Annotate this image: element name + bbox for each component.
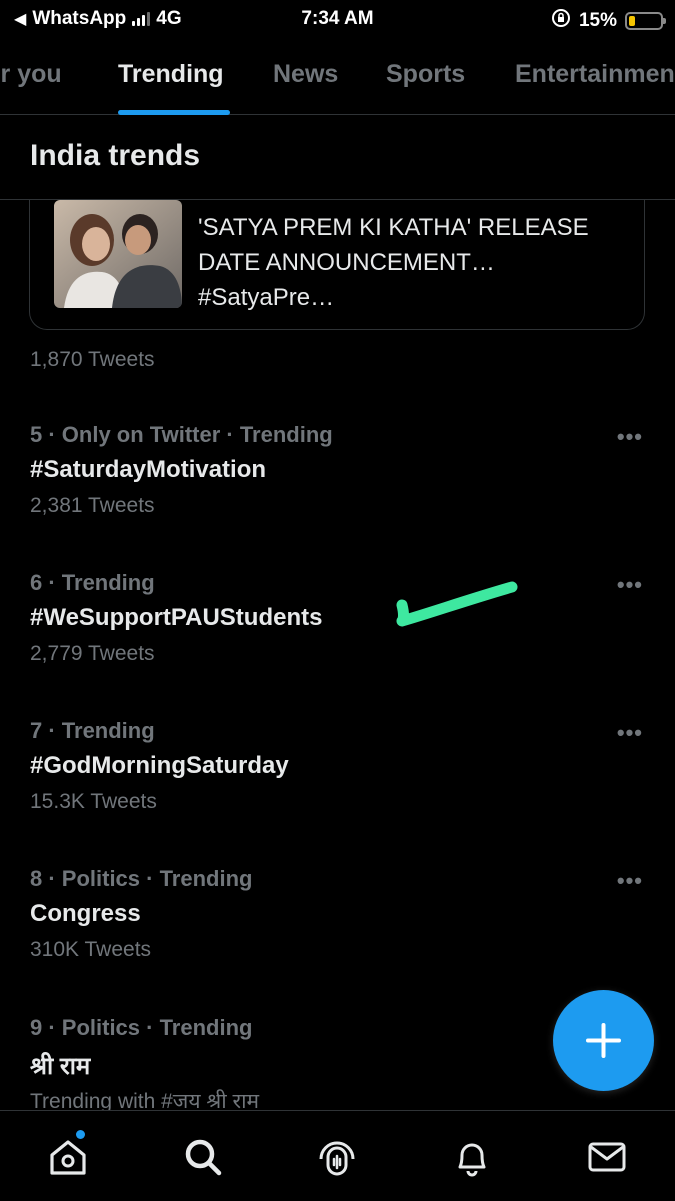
status-bar: ◀ WhatsApp 4G 7:34 AM 15% (0, 0, 675, 40)
trend-count: 2,381 Tweets (30, 494, 155, 517)
trend-item-6[interactable]: 6 · Trending #WeSupportPAUStudents 2,779… (0, 570, 675, 718)
trend-name: श्री राम (30, 1053, 91, 1080)
more-options-icon[interactable]: ••• (617, 572, 643, 598)
section-header: India trends (0, 115, 675, 200)
trend-name: Congress (30, 900, 141, 927)
tab-trending[interactable]: Trending (118, 60, 224, 89)
trend-item-8[interactable]: 8 · Politics · Trending Congress 310K Tw… (0, 866, 675, 1014)
trend-count: 2,779 Tweets (30, 642, 155, 665)
news-headline: 'SATYA PREM KI KATHA' RELEASE DATE ANNOU… (198, 214, 589, 311)
tab-sports[interactable]: Sports (386, 60, 465, 89)
news-tweet-count: 1,870 Tweets (30, 348, 155, 371)
tab-entertainment[interactable]: Entertainment (515, 60, 675, 89)
spaces-icon[interactable] (315, 1135, 359, 1179)
tab-news[interactable]: News (273, 60, 338, 89)
status-right: 15% (551, 8, 666, 34)
trend-item-7[interactable]: 7 · Trending #GodMorningSaturday 15.3K T… (0, 718, 675, 866)
home-notification-dot (76, 1130, 85, 1139)
compose-tweet-button[interactable] (553, 990, 654, 1091)
home-icon[interactable] (46, 1135, 90, 1179)
trend-name: #WeSupportPAUStudents (30, 604, 323, 631)
mail-icon[interactable] (585, 1135, 629, 1179)
battery-percent: 15% (578, 10, 617, 31)
tab-for-you[interactable]: For you (0, 60, 62, 89)
trend-name: #SaturdayMotivation (30, 456, 267, 483)
more-options-icon[interactable]: ••• (617, 720, 643, 746)
news-thumbnail (54, 200, 182, 308)
trend-context: 6 · Trending (30, 570, 155, 595)
plus-icon (586, 1023, 621, 1058)
section-title: India trends (30, 139, 201, 172)
trend-context: 8 · Politics · Trending (30, 866, 253, 891)
battery-icon (625, 12, 666, 30)
trend-context: 9 · Politics · Trending (30, 1015, 253, 1040)
orientation-lock-icon (551, 8, 571, 34)
trend-item-5[interactable]: 5 · Only on Twitter · Trending #Saturday… (0, 422, 675, 570)
more-options-icon[interactable]: ••• (617, 868, 643, 894)
explore-tabs: For you Trending News Sports Entertainme… (0, 40, 675, 115)
bottom-nav (0, 1110, 675, 1201)
more-options-icon[interactable]: ••• (617, 424, 643, 450)
search-icon[interactable] (181, 1135, 225, 1179)
trend-count: 15.3K Tweets (30, 790, 157, 813)
trend-context: 5 · Only on Twitter · Trending (30, 422, 333, 447)
trend-name: #GodMorningSaturday (30, 752, 289, 779)
news-card[interactable]: 'SATYA PREM KI KATHA' RELEASE DATE ANNOU… (29, 180, 645, 330)
bell-icon[interactable] (450, 1135, 494, 1179)
checkmark-annotation-icon (396, 581, 518, 627)
trend-context: 7 · Trending (30, 718, 155, 743)
trend-count: 310K Tweets (30, 938, 152, 961)
